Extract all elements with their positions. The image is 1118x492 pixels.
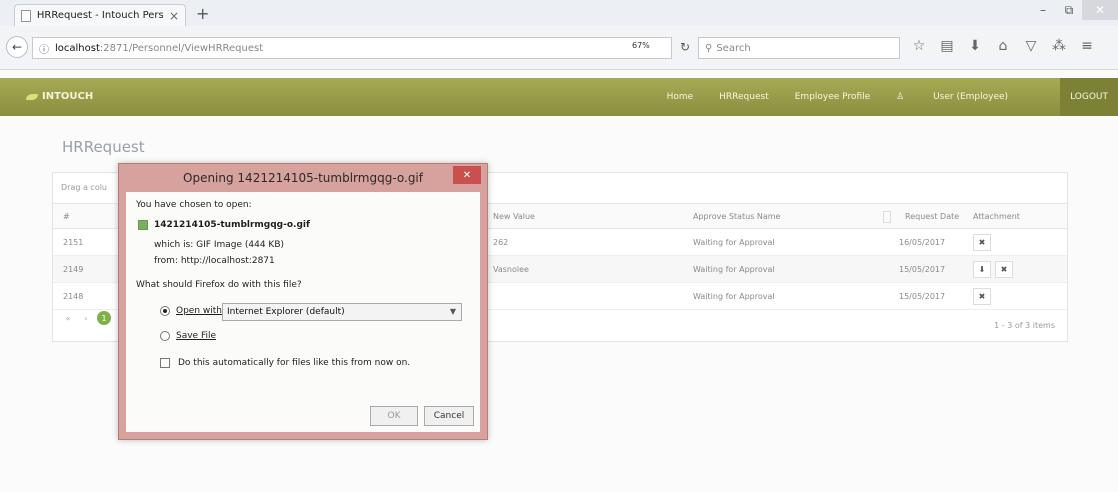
user-icon: ♙: [896, 92, 908, 102]
library-icon[interactable]: ▤: [940, 38, 954, 54]
url-host: localhost: [55, 42, 100, 54]
cell-request-date: 16/05/2017: [899, 238, 946, 247]
cell-request-date: 15/05/2017: [899, 265, 946, 274]
browser-toolbar-icons: ☆ ▤ ⬇ ⌂ ▽ ⁂ ≡: [912, 38, 1094, 54]
cell-id: 2149: [63, 265, 84, 274]
menu-icon[interactable]: ≡: [1080, 38, 1094, 54]
nav-user[interactable]: ♙ User (Employee): [896, 92, 1034, 102]
nav-hrrequest[interactable]: HRRequest: [719, 92, 769, 102]
delete-attachment-icon[interactable]: ✖: [973, 234, 991, 251]
site-info-icon[interactable]: ⓘ: [39, 41, 49, 56]
extensions-icon[interactable]: ⁂: [1052, 38, 1066, 54]
page-number-current[interactable]: 1: [97, 311, 111, 325]
url-bar[interactable]: ⓘ localhost :2871/Personnel/ViewHRReques…: [32, 37, 672, 59]
search-input[interactable]: ⚲ Search: [698, 37, 900, 59]
delete-attachment-icon[interactable]: ✖: [995, 261, 1013, 278]
browser-navbar: ← ⓘ localhost :2871/Personnel/ViewHRRequ…: [0, 26, 1118, 70]
cancel-button[interactable]: Cancel: [424, 406, 474, 426]
file-source: from: http://localhost:2871: [154, 256, 275, 266]
logout-button[interactable]: LOGOUT: [1060, 78, 1118, 116]
save-file-label[interactable]: Save File: [176, 331, 216, 341]
ok-button[interactable]: OK: [370, 406, 418, 426]
chosen-label: You have chosen to open:: [136, 200, 252, 210]
items-count: 1 - 3 of 3 items: [994, 321, 1055, 330]
page-favicon-icon: [21, 9, 31, 22]
cell-status: Waiting for Approval: [693, 265, 775, 274]
dialog-close-icon[interactable]: ✕: [453, 166, 481, 184]
browser-tabstrip: HRRequest - Intouch Person × + – ⧉ ✕: [0, 0, 1118, 26]
dialog-title: Opening 1421214105-tumblrmgqg-o.gif: [183, 171, 423, 185]
file-type: which is: GIF Image (444 KB): [154, 240, 285, 250]
cell-new-value: 262: [493, 238, 509, 247]
window-controls: – ⧉ ✕: [1030, 0, 1118, 20]
cell-id: 2151: [63, 238, 84, 247]
bookmark-star-icon[interactable]: ☆: [912, 38, 926, 54]
grid-pager: « ‹ 1: [61, 311, 111, 325]
zoom-indicator[interactable]: 67%: [632, 41, 650, 50]
logo-leaf-icon: [26, 93, 38, 100]
app-logo[interactable]: INTOUCH: [26, 91, 93, 102]
pocket-icon[interactable]: ▽: [1024, 38, 1038, 54]
action-question: What should Firefox do with this file?: [136, 280, 302, 290]
cell-request-date: 15/05/2017: [899, 292, 946, 301]
tab-close-icon[interactable]: ×: [169, 9, 179, 23]
auto-action-label[interactable]: Do this automatically for files like thi…: [178, 358, 410, 368]
cell-status: Waiting for Approval: [693, 238, 775, 247]
browser-tab[interactable]: HRRequest - Intouch Person ×: [14, 4, 186, 26]
app-header: INTOUCH Home HRRequest Employee Profile …: [0, 78, 1118, 116]
minimize-icon[interactable]: –: [1030, 0, 1056, 20]
first-page-icon[interactable]: «: [61, 311, 75, 325]
delete-attachment-icon[interactable]: ✖: [973, 288, 991, 305]
reload-icon[interactable]: ↻: [680, 40, 690, 54]
nav-home[interactable]: Home: [667, 92, 694, 102]
filter-icon[interactable]: [883, 211, 891, 223]
open-with-label[interactable]: Open with: [176, 306, 222, 316]
open-with-radio[interactable]: [160, 306, 170, 316]
file-name: 1421214105-tumblrmgqg-o.gif: [154, 220, 310, 230]
search-placeholder: Search: [716, 42, 751, 54]
download-icon[interactable]: ⬇: [968, 38, 982, 54]
cell-id: 2148: [63, 292, 84, 301]
app-nav: Home HRRequest Employee Profile ♙ User (…: [667, 78, 1118, 116]
cell-new-value: Vasnolee: [493, 265, 529, 274]
window-close-icon[interactable]: ✕: [1082, 0, 1118, 20]
search-icon: ⚲: [705, 42, 713, 54]
col-header-new-value[interactable]: New Value: [493, 212, 535, 221]
url-path: :2871/Personnel/ViewHRRequest: [99, 42, 264, 54]
back-arrow-icon[interactable]: ←: [6, 36, 28, 58]
gif-file-icon: [138, 220, 148, 230]
dialog-body: You have chosen to open: 1421214105-tumb…: [126, 192, 480, 432]
prev-page-icon[interactable]: ‹: [79, 311, 93, 325]
home-icon[interactable]: ⌂: [996, 38, 1010, 54]
maximize-icon[interactable]: ⧉: [1056, 0, 1082, 20]
col-header-id[interactable]: #: [63, 212, 70, 221]
open-with-value: Internet Explorer (default): [227, 307, 345, 317]
auto-action-checkbox[interactable]: [160, 358, 170, 368]
page-title: HRRequest: [62, 138, 145, 156]
col-header-request-date[interactable]: Request Date: [905, 212, 959, 221]
save-file-radio[interactable]: [160, 331, 170, 341]
cell-status: Waiting for Approval: [693, 292, 775, 301]
chevron-down-icon: ▼: [449, 307, 456, 316]
download-attachment-icon[interactable]: ⬇: [973, 261, 991, 278]
new-tab-button[interactable]: +: [196, 4, 209, 23]
open-with-select[interactable]: Internet Explorer (default) ▼: [222, 303, 462, 321]
brand-name: INTOUCH: [42, 91, 94, 102]
tab-title: HRRequest - Intouch Person: [36, 10, 163, 21]
col-header-attachment[interactable]: Attachment: [973, 212, 1020, 221]
download-dialog: Opening 1421214105-tumblrmgqg-o.gif ✕ Yo…: [118, 163, 488, 440]
col-header-status[interactable]: Approve Status Name: [693, 212, 780, 221]
group-by-hint: Drag a colu: [61, 183, 108, 192]
nav-employee-profile[interactable]: Employee Profile: [795, 92, 870, 102]
